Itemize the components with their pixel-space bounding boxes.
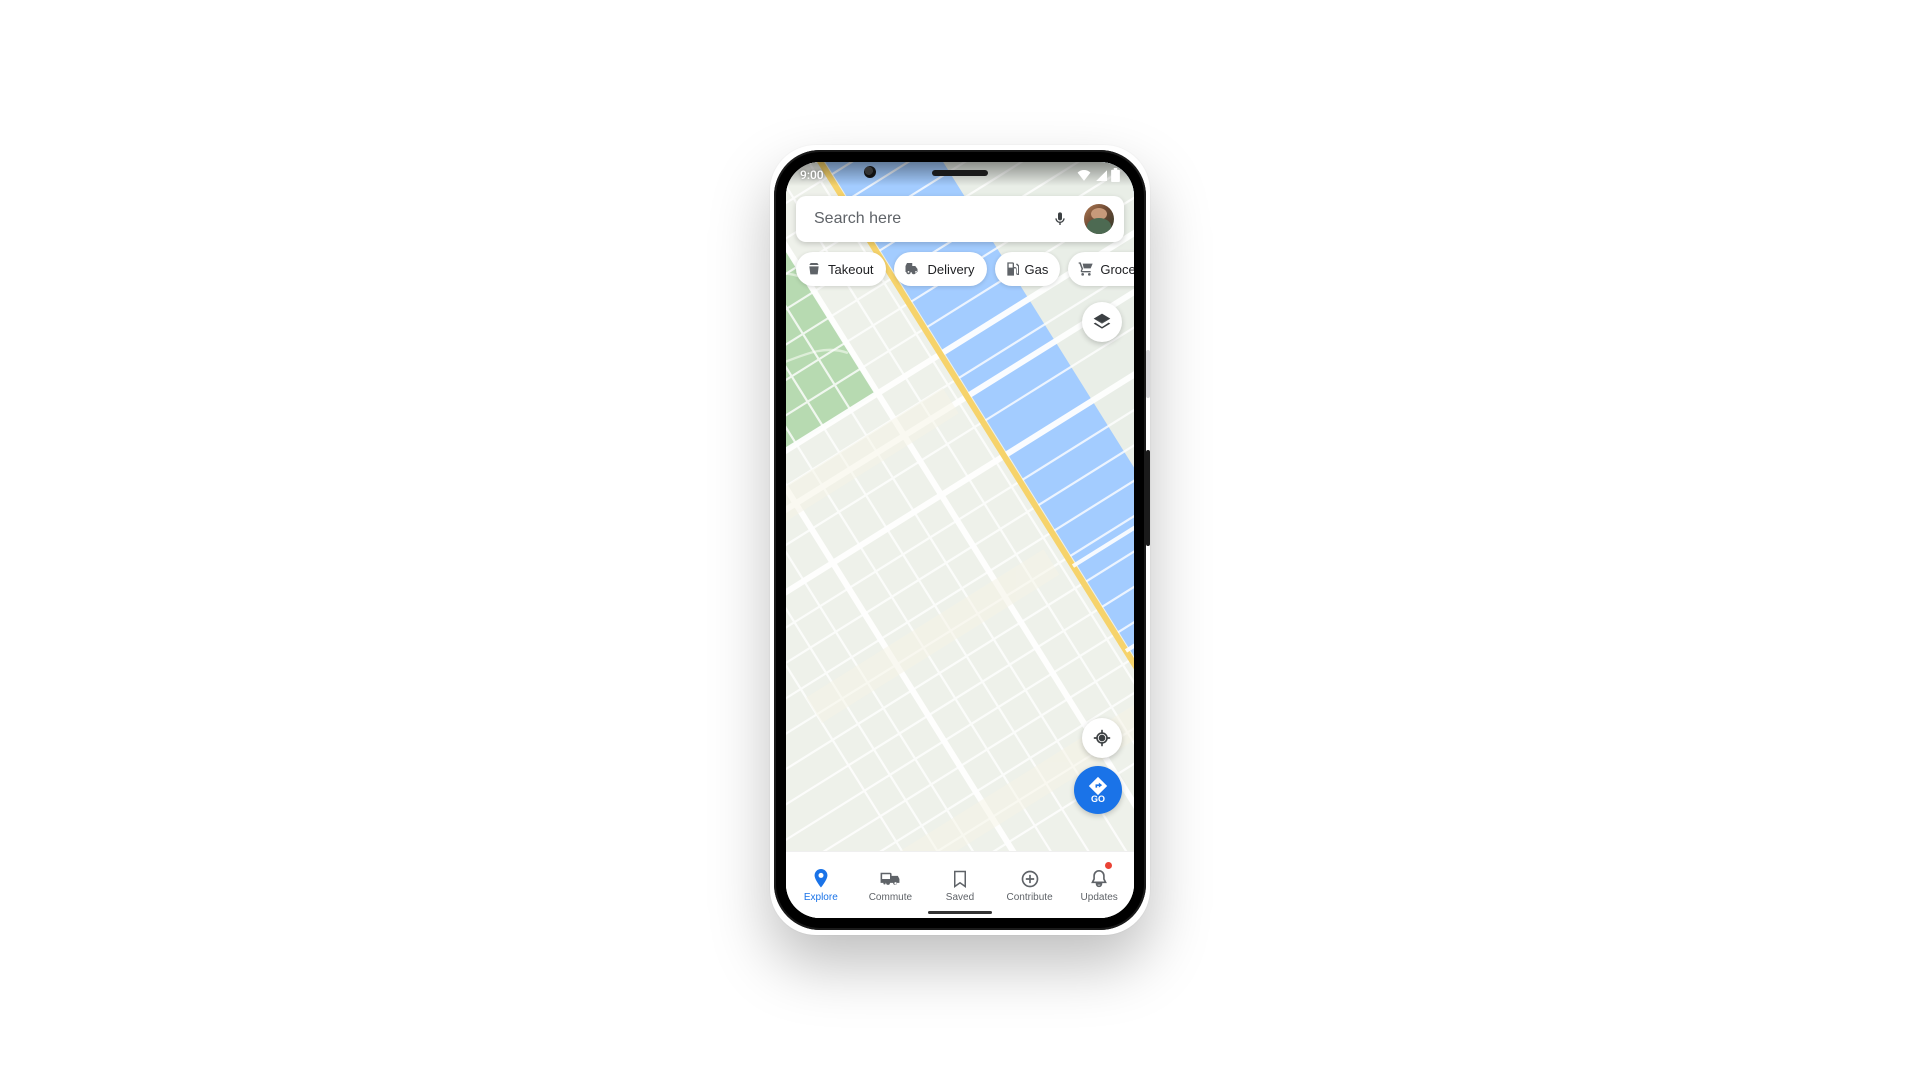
nav-label: Commute: [869, 892, 912, 903]
my-location-button[interactable]: [1082, 718, 1122, 758]
layers-icon: [1092, 312, 1112, 332]
chip-delivery[interactable]: Delivery: [894, 252, 987, 286]
search-input[interactable]: [812, 209, 1036, 229]
nav-contribute[interactable]: Contribute: [995, 852, 1065, 918]
nav-label: Saved: [946, 892, 974, 903]
chip-label: Delivery: [928, 262, 975, 277]
search-bar[interactable]: [796, 196, 1124, 242]
wifi-icon: [1077, 169, 1091, 181]
chip-gas[interactable]: Gas: [995, 252, 1061, 286]
front-camera: [864, 166, 876, 178]
crosshair-icon: [1092, 728, 1112, 748]
voice-search-button[interactable]: [1046, 205, 1074, 233]
profile-avatar[interactable]: [1084, 204, 1114, 234]
chip-takeout[interactable]: Takeout: [796, 252, 886, 286]
power-button: [1146, 350, 1150, 398]
nav-label: Contribute: [1007, 892, 1053, 903]
layers-button[interactable]: [1082, 302, 1122, 342]
screen: 9:00: [786, 162, 1134, 918]
gas-icon: [1005, 261, 1019, 277]
gesture-bar: [928, 911, 992, 914]
nav-commute[interactable]: Commute: [856, 852, 926, 918]
cell-signal-icon: [1095, 169, 1107, 181]
status-icons: [1077, 168, 1120, 182]
chip-label: Takeout: [828, 262, 874, 277]
commute-icon: [879, 868, 901, 890]
directions-go-button[interactable]: GO: [1074, 766, 1122, 814]
nav-saved[interactable]: Saved: [925, 852, 995, 918]
notification-dot-icon: [1105, 862, 1112, 869]
groceries-icon: [1078, 261, 1094, 277]
takeout-icon: [806, 261, 822, 277]
chip-label: Groceries: [1100, 262, 1134, 277]
category-chips: Takeout Delivery Gas: [796, 252, 1124, 286]
nav-explore[interactable]: Explore: [786, 852, 856, 918]
delivery-icon: [904, 261, 922, 277]
volume-button: [1146, 450, 1150, 546]
pin-icon: [812, 868, 830, 890]
nav-updates[interactable]: Updates: [1064, 852, 1134, 918]
chip-label: Gas: [1025, 262, 1049, 277]
plus-circle-icon: [1020, 868, 1040, 890]
status-time: 9:00: [800, 168, 824, 182]
nav-label: Explore: [804, 892, 838, 903]
chip-groceries[interactable]: Groceries: [1068, 252, 1134, 286]
battery-icon: [1111, 168, 1120, 182]
directions-icon: [1088, 776, 1108, 796]
microphone-icon: [1052, 209, 1068, 229]
phone-frame: 9:00: [774, 150, 1146, 930]
speaker-grille: [932, 170, 988, 176]
bookmark-icon: [953, 868, 967, 890]
go-label: GO: [1091, 794, 1105, 804]
nav-label: Updates: [1081, 892, 1118, 903]
bell-icon: [1090, 868, 1108, 890]
bottom-nav: Explore Commute Saved: [786, 851, 1134, 918]
